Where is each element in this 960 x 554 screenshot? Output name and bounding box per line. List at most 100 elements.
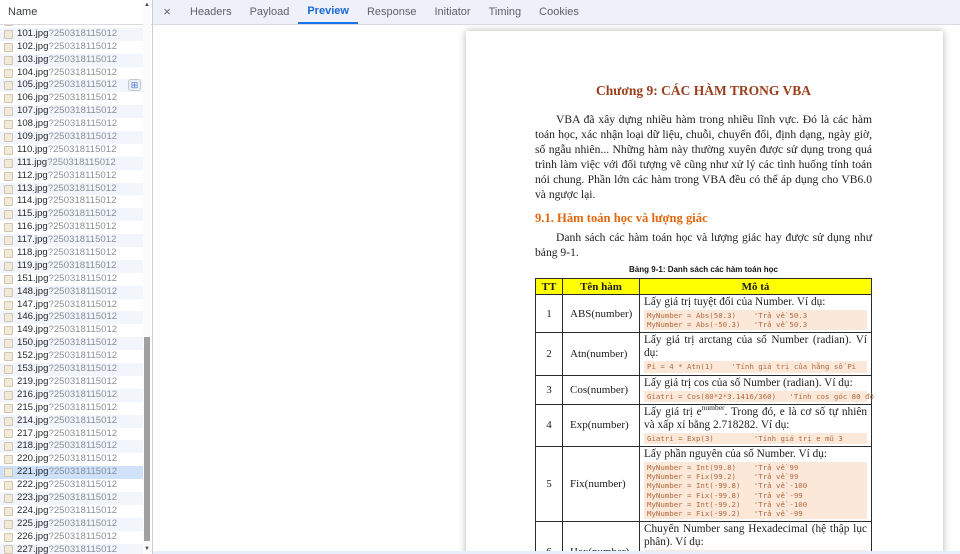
tab-cookies[interactable]: Cookies: [530, 0, 588, 24]
close-icon[interactable]: ×: [153, 0, 181, 24]
request-row[interactable]: 110.jpg?250318115012: [0, 144, 144, 157]
request-row[interactable]: 108.jpg?250318115012: [0, 118, 144, 131]
request-row[interactable]: 223.jpg?250318115012: [0, 492, 144, 505]
request-row[interactable]: 105.jpg?250318115012⊞: [0, 79, 144, 92]
request-row[interactable]: 113.jpg?250318115012: [0, 183, 144, 196]
request-row[interactable]: 215.jpg?250318115012: [0, 402, 144, 415]
request-name: 116.jpg?250318115012: [17, 221, 116, 234]
request-row[interactable]: 118.jpg?250318115012: [0, 247, 144, 260]
detail-tabbar: × HeadersPayloadPreviewResponseInitiator…: [153, 0, 960, 25]
request-row[interactable]: 149.jpg?250318115012: [0, 324, 144, 337]
request-name: 222.jpg?250318115012: [17, 479, 117, 492]
request-name: 107.jpg?250318115012: [17, 105, 117, 118]
request-row[interactable]: 148.jpg?250318115012: [0, 286, 144, 299]
request-list: 100.jpg?250318115012101.jpg?250318115012…: [0, 25, 144, 554]
request-row[interactable]: 112.jpg?250318115012: [0, 170, 144, 183]
request-row[interactable]: 221.jpg?250318115012: [0, 466, 144, 479]
scrollbar-thumb[interactable]: [144, 337, 150, 541]
request-row[interactable]: 146.jpg?250318115012: [0, 311, 144, 324]
tab-initiator[interactable]: Initiator: [425, 0, 479, 24]
request-row[interactable]: 107.jpg?250318115012: [0, 105, 144, 118]
request-name: 112.jpg?250318115012: [17, 170, 116, 183]
request-name: 108.jpg?250318115012: [17, 118, 117, 131]
tab-list: HeadersPayloadPreviewResponseInitiatorTi…: [181, 0, 588, 24]
file-thumbnail-icon: [4, 533, 13, 542]
request-row[interactable]: 227.jpg?250318115012: [0, 544, 144, 554]
request-name: 111.jpg?250318115012: [17, 157, 116, 170]
tab-preview[interactable]: Preview: [298, 0, 358, 24]
doc-section-heading: 9.1. Hàm toán học và lượng giác: [535, 211, 872, 226]
file-thumbnail-icon: [4, 275, 13, 284]
request-row[interactable]: 111.jpg?250318115012: [0, 157, 144, 170]
doc-chapter-title: Chương 9: CÁC HÀM TRONG VBA: [535, 83, 872, 99]
file-thumbnail-icon: [4, 288, 13, 297]
file-thumbnail-icon: [4, 442, 13, 451]
table-row: 5Fix(number)Lấy phần nguyên của số Numbe…: [536, 447, 872, 522]
sidebar-scrollbar[interactable]: ▲ ▼: [143, 0, 151, 554]
request-row[interactable]: 119.jpg?250318115012: [0, 260, 144, 273]
tab-timing[interactable]: Timing: [480, 0, 531, 24]
request-row[interactable]: 115.jpg?250318115012: [0, 208, 144, 221]
request-row[interactable]: 218.jpg?250318115012: [0, 440, 144, 453]
request-row[interactable]: 153.jpg?250318115012: [0, 363, 144, 376]
file-thumbnail-icon: [4, 262, 13, 271]
file-thumbnail-icon: [4, 326, 13, 335]
request-row[interactable]: 150.jpg?250318115012: [0, 337, 144, 350]
request-row[interactable]: 101.jpg?250318115012: [0, 28, 144, 41]
request-row[interactable]: 104.jpg?250318115012: [0, 67, 144, 80]
request-row[interactable]: 222.jpg?250318115012: [0, 479, 144, 492]
request-name: 151.jpg?250318115012: [17, 273, 117, 286]
request-name: 224.jpg?250318115012: [17, 505, 117, 518]
request-row[interactable]: 216.jpg?250318115012: [0, 389, 144, 402]
function-description: Lấy giá trị tuyệt đối của Number. Ví dụ:: [644, 296, 867, 309]
code-example: MyNumber = Int(99.8) 'Trả về 99 MyNumber…: [644, 462, 867, 519]
request-name: 219.jpg?250318115012: [17, 376, 117, 389]
request-row[interactable]: 117.jpg?250318115012: [0, 234, 144, 247]
request-row[interactable]: 106.jpg?250318115012: [0, 92, 144, 105]
scrollbar-down-icon[interactable]: ▼: [143, 545, 151, 553]
request-name: 117.jpg?250318115012: [17, 234, 116, 247]
file-thumbnail-icon: [4, 520, 13, 529]
request-row[interactable]: 224.jpg?250318115012: [0, 505, 144, 518]
request-row[interactable]: 116.jpg?250318115012: [0, 221, 144, 234]
refresh-badge-icon[interactable]: ⊞: [128, 79, 141, 91]
request-row[interactable]: 151.jpg?250318115012: [0, 273, 144, 286]
name-column-header[interactable]: Name: [0, 0, 152, 25]
function-description: Chuyển Number sang Hexadecimal (hệ thập …: [644, 523, 867, 549]
request-name: 148.jpg?250318115012: [17, 286, 117, 299]
request-row[interactable]: 114.jpg?250318115012: [0, 195, 144, 208]
request-name: 147.jpg?250318115012: [17, 299, 117, 312]
request-row[interactable]: 217.jpg?250318115012: [0, 428, 144, 441]
file-thumbnail-icon: [4, 494, 13, 503]
request-row[interactable]: 152.jpg?250318115012: [0, 350, 144, 363]
request-row[interactable]: 220.jpg?250318115012: [0, 453, 144, 466]
file-thumbnail-icon: [4, 249, 13, 258]
file-thumbnail-icon: [4, 210, 13, 219]
tab-headers[interactable]: Headers: [181, 0, 241, 24]
request-row[interactable]: 226.jpg?250318115012: [0, 531, 144, 544]
tab-payload[interactable]: Payload: [241, 0, 299, 24]
request-name: 218.jpg?250318115012: [17, 440, 117, 453]
functions-table-header-row: TTTên hàmMô tả: [536, 279, 872, 295]
table-row: 4Exp(number)Lấy giá trị enumber. Trong đ…: [536, 404, 872, 446]
file-thumbnail-icon: [4, 507, 13, 516]
table-row: 3Cos(number)Lấy giá trị cos của số Numbe…: [536, 375, 872, 404]
tab-response[interactable]: Response: [358, 0, 426, 24]
file-thumbnail-icon: [4, 223, 13, 232]
request-name: 214.jpg?250318115012: [17, 415, 117, 428]
function-description: Lấy giá trị cos của số Number (radian). …: [644, 377, 867, 390]
request-row[interactable]: 103.jpg?250318115012: [0, 54, 144, 67]
scrollbar-up-icon[interactable]: ▲: [143, 1, 151, 9]
request-name: 216.jpg?250318115012: [17, 389, 117, 402]
file-thumbnail-icon: [4, 404, 13, 413]
request-name: 220.jpg?250318115012: [17, 453, 117, 466]
request-row[interactable]: 102.jpg?250318115012: [0, 41, 144, 54]
request-row[interactable]: 219.jpg?250318115012: [0, 376, 144, 389]
file-thumbnail-icon: [4, 120, 13, 129]
function-description: Lấy giá trị arctang của số Number (radia…: [644, 334, 867, 360]
request-row[interactable]: 214.jpg?250318115012: [0, 415, 144, 428]
file-thumbnail-icon: [4, 339, 13, 348]
request-row[interactable]: 109.jpg?250318115012: [0, 131, 144, 144]
request-row[interactable]: 147.jpg?250318115012: [0, 299, 144, 312]
request-row[interactable]: 225.jpg?250318115012: [0, 518, 144, 531]
